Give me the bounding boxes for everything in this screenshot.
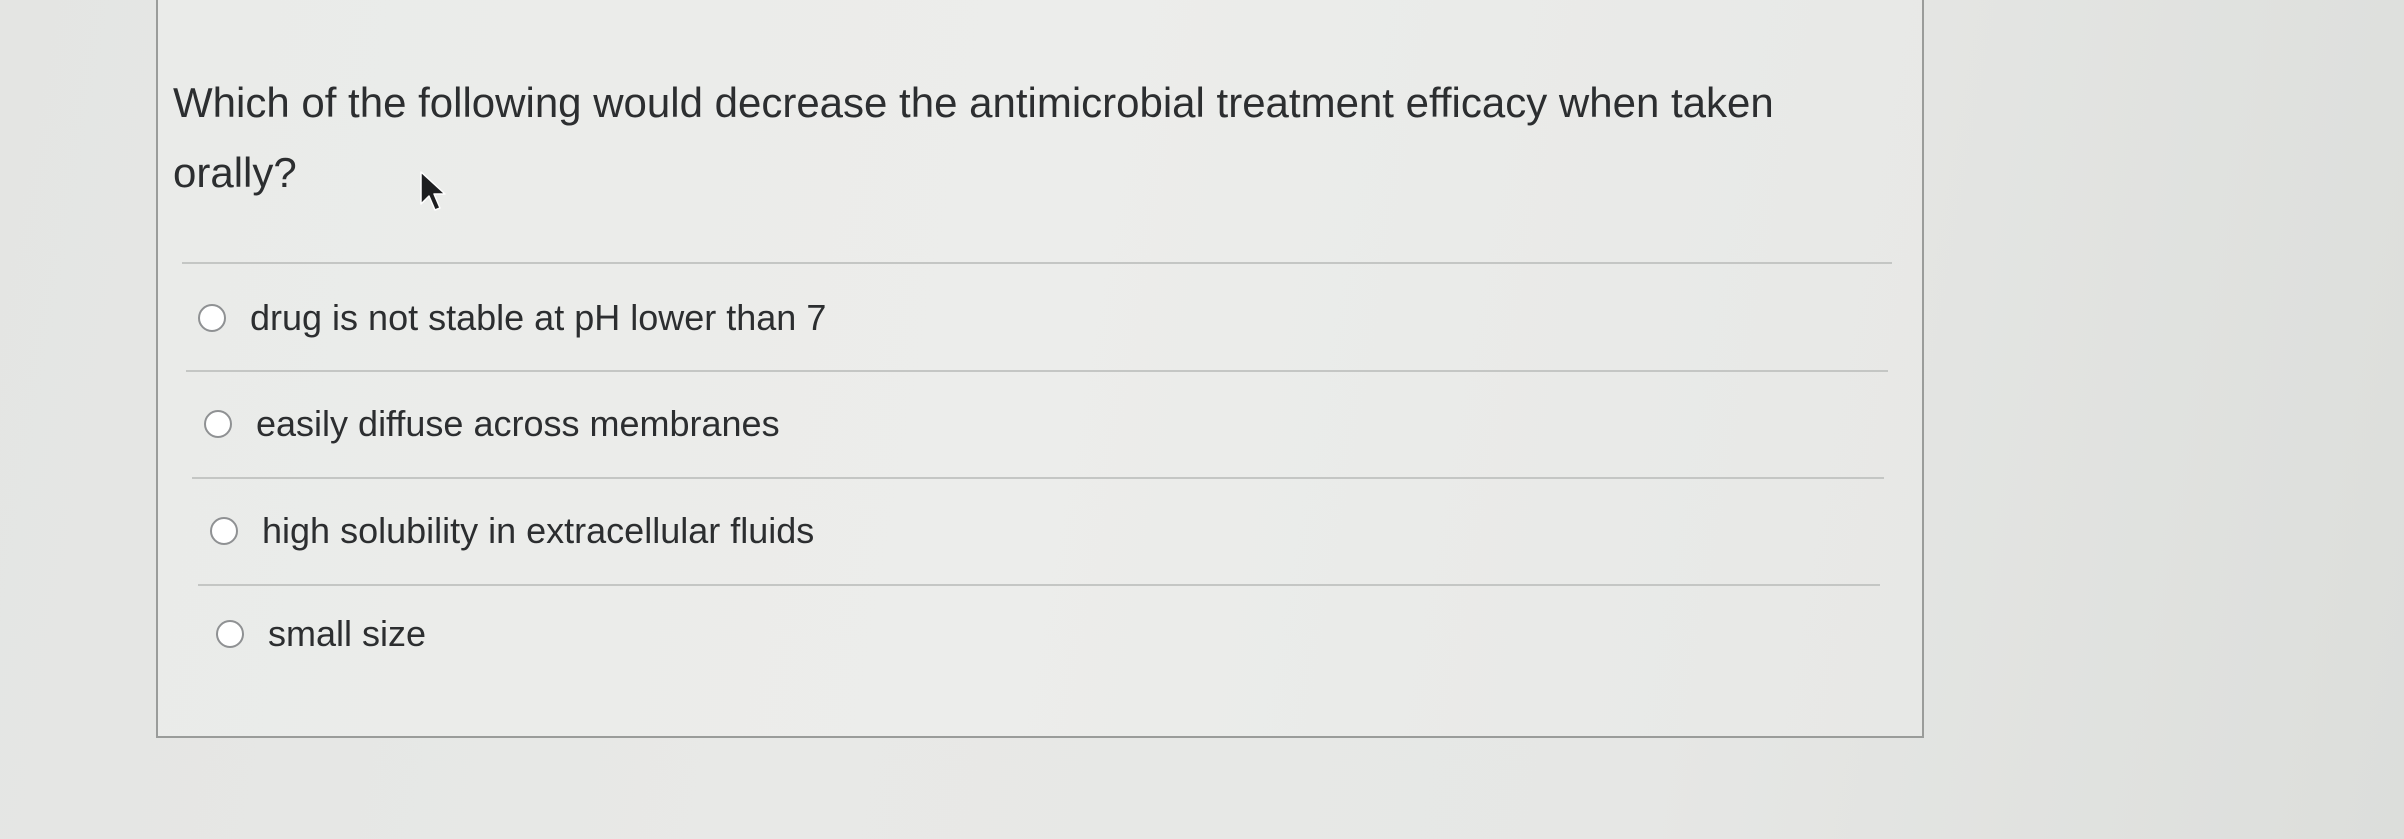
option-2[interactable]: easily diffuse across membranes — [204, 403, 780, 445]
divider — [186, 370, 1888, 372]
radio-icon[interactable] — [198, 304, 226, 332]
option-1[interactable]: drug is not stable at pH lower than 7 — [198, 297, 826, 339]
radio-icon[interactable] — [210, 517, 238, 545]
option-label: high solubility in extracellular fluids — [262, 510, 815, 551]
option-3[interactable]: high solubility in extracellular fluids — [210, 510, 814, 552]
option-4[interactable]: small size — [216, 613, 426, 655]
mouse-pointer-icon — [420, 171, 446, 211]
divider — [182, 262, 1892, 264]
radio-icon[interactable] — [216, 620, 244, 648]
divider — [198, 584, 1880, 586]
radio-icon[interactable] — [204, 410, 232, 438]
option-label: small size — [268, 613, 427, 654]
option-label: easily diffuse across membranes — [256, 403, 780, 444]
option-label: drug is not stable at pH lower than 7 — [250, 297, 827, 338]
divider — [192, 477, 1884, 479]
